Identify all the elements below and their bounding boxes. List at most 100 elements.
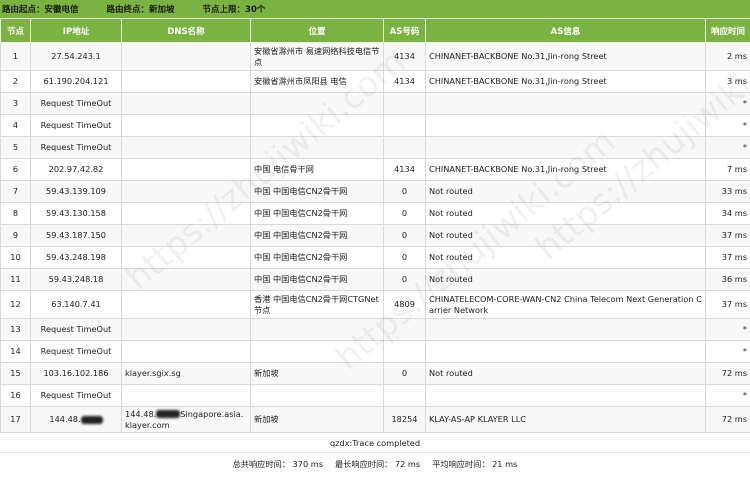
as-number-cell-text: 18254 [391, 414, 418, 424]
response-time-cell: * [705, 318, 750, 341]
table-row: 2 61.190.204.121 安徽省滁州市凤阳县 电信 4134 CHINANET-… [0, 70, 750, 93]
location-cell: 新加坡 [250, 362, 384, 385]
hop-cell: 17 [0, 406, 31, 433]
as-info-cell [425, 92, 706, 115]
table-row: 10 59.43.248.198 中国 中国电信CN2骨干网 0 Not routed 3… [0, 246, 750, 269]
as-info-cell: CHINANET-BACKBONE No.31,Jin-rong Street [425, 42, 706, 71]
dns-cell [121, 202, 251, 225]
dns-cell: 144.48. Singapore.asia.klayer.com [121, 406, 251, 433]
response-time-cell-text: 34 ms [721, 208, 747, 218]
table-row: 9 59.43.187.150 中国 中国电信CN2骨干网 0 Not routed 37… [0, 224, 750, 247]
hop-cell: 4 [0, 114, 31, 137]
response-time-cell: * [705, 114, 750, 137]
ip-cell: 103.16.102.186 [30, 362, 122, 385]
table-header-row: 节点 IP地址 DNS名称 位置 AS号码 AS信息 响应时间 [0, 18, 750, 43]
hop-cell-text: 14 [10, 346, 21, 356]
as-number-cell-text: 0 [401, 252, 408, 262]
col-header-as-number: AS号码 [383, 18, 426, 43]
location-cell: 新加坡 [250, 406, 384, 433]
response-time-cell-text: * [742, 142, 747, 152]
hop-cell-text: 6 [12, 164, 19, 174]
response-time-cell: 37 ms [705, 246, 750, 269]
response-time-cell: * [705, 136, 750, 159]
trace-status: qzdx:Trace completed [0, 433, 750, 453]
as-number-cell: 4134 [383, 70, 426, 93]
location-cell [250, 384, 384, 407]
as-info-cell-text: CHINATELECOM-CORE-WAN-CN2 China Telecom … [429, 293, 702, 315]
location-cell: 中国 中国电信CN2骨干网 [250, 224, 384, 247]
as-info-cell-text: Not routed [429, 186, 473, 196]
ip-cell: Request TimeOut [30, 340, 122, 363]
ip-cell: 202.97.42.82 [30, 158, 122, 181]
hop-cell: 16 [0, 384, 31, 407]
location-cell [250, 92, 384, 115]
response-time-cell: * [705, 340, 750, 363]
hop-cell: 15 [0, 362, 31, 385]
as-info-cell-text: Not routed [429, 208, 473, 218]
hop-cell: 3 [0, 92, 31, 115]
dns-cell [121, 180, 251, 203]
location-cell-text: 安徽省滁州市 易速网络科技电信节点 [254, 45, 380, 67]
location-cell-text: 中国 中国电信CN2骨干网 [254, 274, 348, 284]
hop-cell-text: 9 [12, 230, 19, 240]
response-time-cell-text: 72 ms [721, 368, 747, 378]
dns-cell-text: 144.48. [125, 408, 157, 419]
location-cell [250, 340, 384, 363]
response-time-cell: 72 ms [705, 362, 750, 385]
dns-cell [121, 246, 251, 269]
as-info-cell-text: Not routed [429, 368, 473, 378]
as-info-cell-text: Not routed [429, 252, 473, 262]
as-number-cell: 0 [383, 268, 426, 291]
dns-cell [121, 268, 251, 291]
location-cell-text: 新加坡 [254, 414, 279, 424]
as-number-cell-text: 0 [401, 208, 408, 218]
ip-cell: 59.43.130.158 [30, 202, 122, 225]
table-row: 12 63.140.7.41 香港 中国电信CN2骨干网CTGNet节点 4809 CH… [0, 290, 750, 319]
col-header-location: 位置 [250, 18, 384, 43]
ip-cell-text: Request TimeOut [40, 390, 112, 400]
as-info-cell: CHINANET-BACKBONE No.31,Jin-rong Street [425, 158, 706, 181]
location-cell: 中国 中国电信CN2骨干网 [250, 268, 384, 291]
dns-cell [121, 384, 251, 407]
as-info-cell-text: KLAY-AS-AP KLAYER LLC [429, 414, 526, 424]
table-row: 4 Request TimeOut * [0, 114, 750, 137]
redacted-dns-mask [156, 410, 181, 418]
hop-cell-text: 3 [12, 98, 19, 108]
ip-cell: 61.190.204.121 [30, 70, 122, 93]
location-cell-text: 香港 中国电信CN2骨干网CTGNet节点 [254, 293, 379, 315]
as-info-cell [425, 136, 706, 159]
ip-cell-text: 27.54.243.1 [51, 51, 101, 61]
as-info-cell [425, 114, 706, 137]
hop-cell: 2 [0, 70, 31, 93]
ip-cell-text: 59.43.139.109 [46, 186, 106, 196]
response-time-cell-text: * [742, 390, 747, 400]
as-number-cell-text: 0 [401, 230, 408, 240]
hop-cell-text: 17 [10, 414, 21, 424]
table-row: 1 27.54.243.1 安徽省滁州市 易速网络科技电信节点 4134 CHINANE… [0, 42, 750, 71]
hop-cell: 11 [0, 268, 31, 291]
avg-response-time: 平均响应时间： 21 ms [432, 459, 518, 469]
response-time-cell: 2 ms [705, 42, 750, 71]
hop-cell-text: 13 [10, 324, 21, 334]
hop-cell: 7 [0, 180, 31, 203]
dns-cell [121, 92, 251, 115]
as-info-cell-text: Not routed [429, 274, 473, 284]
ip-cell-text: Request TimeOut [40, 142, 112, 152]
as-info-cell [425, 384, 706, 407]
response-time-cell-text: 36 ms [721, 274, 747, 284]
col-header-ip: IP地址 [30, 18, 122, 43]
ip-cell: 59.43.139.109 [30, 180, 122, 203]
trace-stats: 总共响应时间： 370 ms 最长响应时间： 72 ms 平均响应时间： 21 … [0, 453, 750, 475]
as-info-cell: Not routed [425, 362, 706, 385]
as-number-cell-text: 0 [401, 274, 408, 284]
traceroute-rows: 1 27.54.243.1 安徽省滁州市 易速网络科技电信节点 4134 CHINANE… [0, 42, 750, 433]
as-number-cell: 0 [383, 224, 426, 247]
hop-cell-text: 11 [10, 274, 21, 284]
ip-cell: 59.43.187.150 [30, 224, 122, 247]
response-time-cell-text: * [742, 324, 747, 334]
table-row: 17 144.48. 144.48. Singapore.asia.klayer.co… [0, 406, 750, 433]
dns-cell [121, 136, 251, 159]
hop-cell: 6 [0, 158, 31, 181]
dns-cell [121, 42, 251, 71]
hop-cell-text: 2 [12, 76, 19, 86]
